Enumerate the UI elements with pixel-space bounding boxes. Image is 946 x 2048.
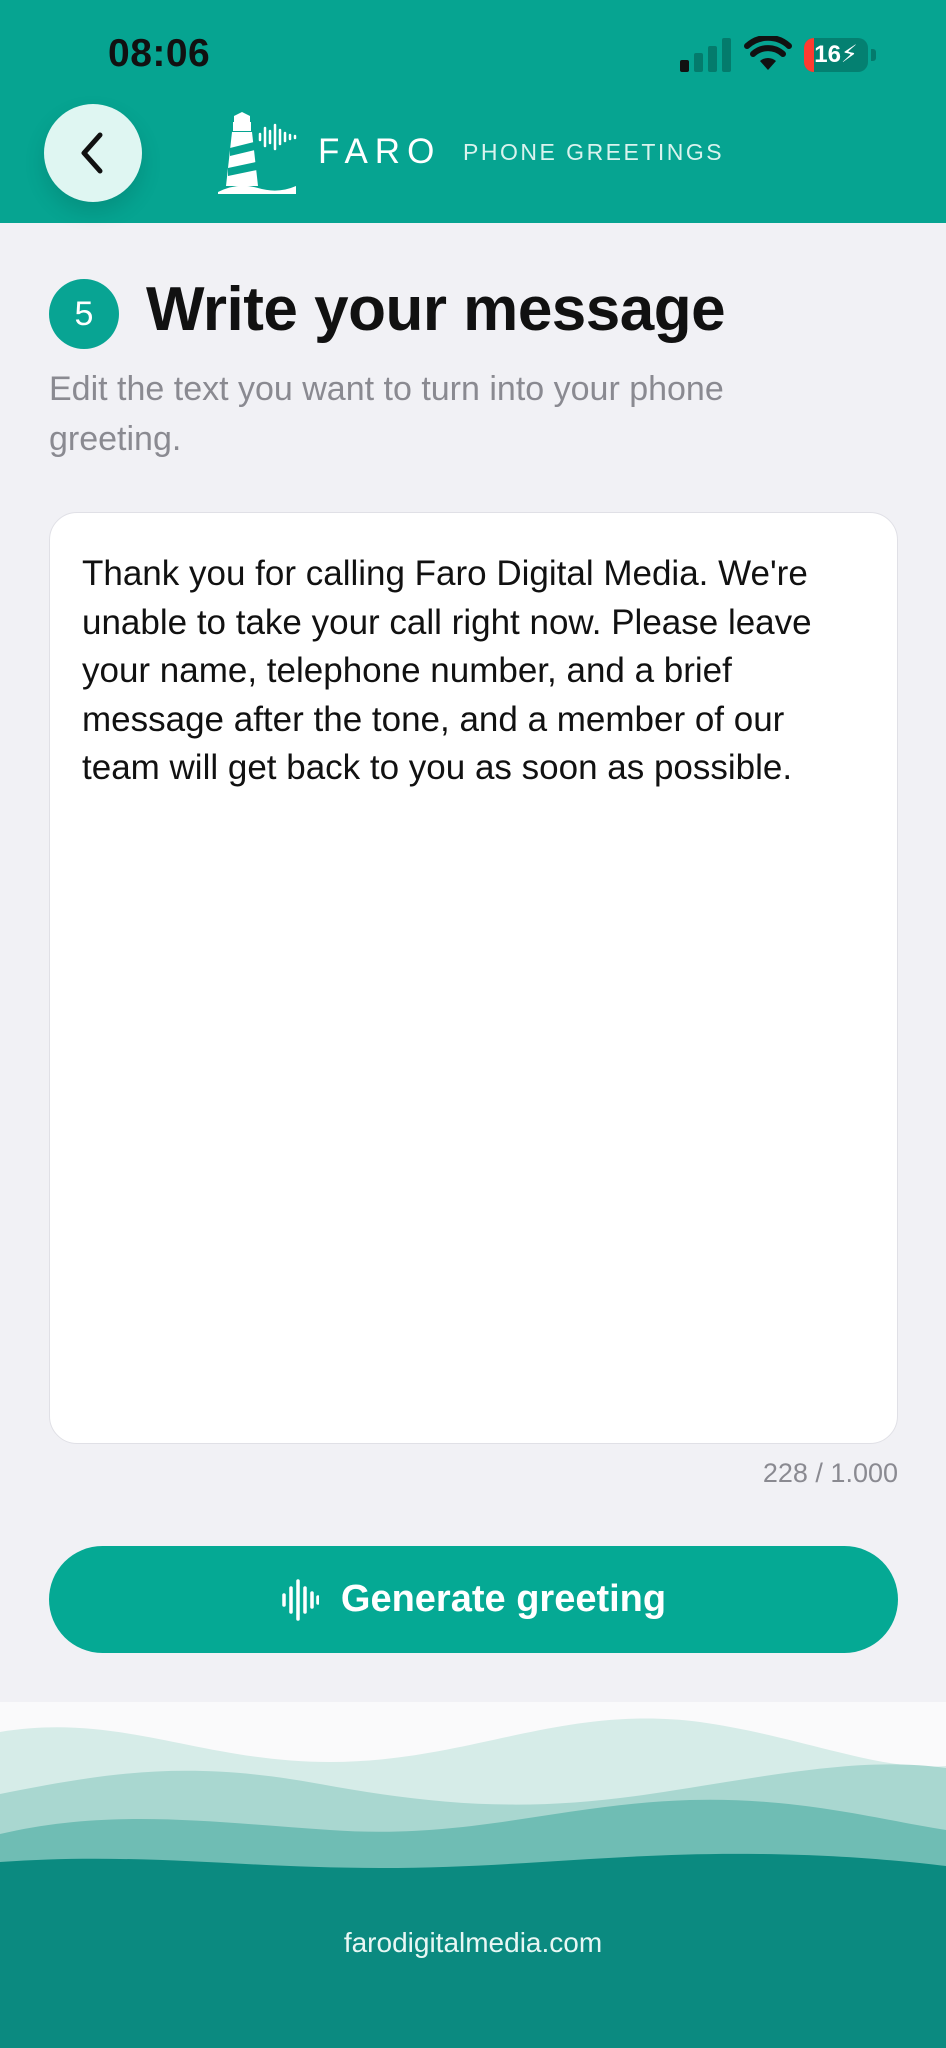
step-number-badge: 5	[49, 279, 119, 349]
footer: farodigitalmedia.com	[0, 1702, 946, 2048]
back-button[interactable]	[44, 104, 142, 202]
wifi-icon	[744, 36, 792, 70]
page-title: Write your message	[146, 275, 726, 344]
footer-waves	[0, 1718, 946, 2048]
generate-greeting-label: Generate greeting	[340, 1578, 667, 1620]
signal-icon	[680, 38, 731, 72]
battery-level: 16	[814, 41, 841, 68]
page-subtitle: Edit the text you want to turn into your…	[49, 370, 724, 458]
generate-greeting-button[interactable]: Generate greeting	[49, 1546, 898, 1653]
message-textarea[interactable]: Thank you for calling Faro Digital Media…	[49, 512, 898, 1444]
battery-charging-icon: 16⚡	[804, 38, 876, 72]
brand-subtitle: PHONE GREETINGS	[463, 139, 725, 165]
lighthouse-icon	[218, 112, 297, 194]
character-counter: 228 / 1.000	[762, 1458, 898, 1488]
website-link[interactable]: farodigitalmedia.com	[0, 1927, 946, 1959]
sound-wave-icon	[282, 1578, 319, 1621]
app-header: 08:06 16⚡ FARO PHONE GREETINGS	[0, 0, 946, 223]
chevron-left-icon	[81, 132, 103, 174]
brand-name: FARO	[318, 132, 442, 171]
status-time: 08:06	[108, 32, 211, 75]
